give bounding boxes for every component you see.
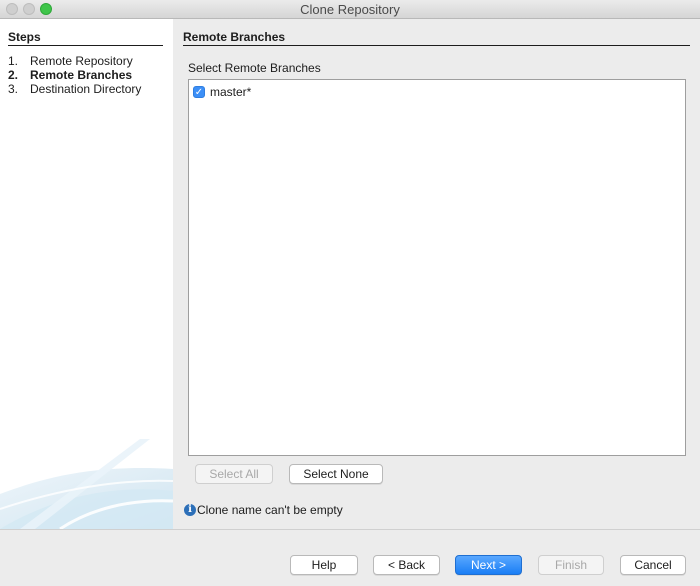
step-number: 1. xyxy=(8,54,19,68)
title-bar: Clone Repository xyxy=(0,0,700,19)
window-title: Clone Repository xyxy=(300,2,400,17)
steps-list: 1. Remote Repository 2. Remote Branches 3.… xyxy=(8,54,141,96)
zoom-window-icon[interactable] xyxy=(40,3,52,15)
select-all-button[interactable]: Select All xyxy=(195,464,273,484)
branch-checkbox[interactable]: ✓ xyxy=(193,86,205,98)
step-label: Remote Branches xyxy=(30,68,133,82)
step-item-remote-branches: 2. Remote Branches xyxy=(8,68,141,82)
remote-branch-list[interactable]: ✓ master* xyxy=(188,79,686,456)
step-number: 2. xyxy=(8,68,19,82)
branch-list-label: Select Remote Branches xyxy=(188,61,321,75)
footer-divider xyxy=(0,529,700,530)
help-button[interactable]: Help xyxy=(290,555,358,575)
steps-pane: Steps 1. Remote Repository 2. Remote Branc… xyxy=(0,19,173,529)
select-none-button[interactable]: Select None xyxy=(289,464,383,484)
info-message-text: Clone name can't be empty xyxy=(197,503,343,517)
step-label: Destination Directory xyxy=(30,82,142,96)
steps-heading: Steps xyxy=(8,30,163,46)
step-label: Remote Repository xyxy=(30,54,133,68)
finish-button[interactable]: Finish xyxy=(538,555,604,575)
page-title: Remote Branches xyxy=(183,30,690,46)
step-number: 3. xyxy=(8,82,19,96)
info-icon: i xyxy=(184,504,196,516)
validation-message: i Clone name can't be empty xyxy=(184,503,343,517)
branch-name: master* xyxy=(210,85,252,99)
step-item-remote-repository: 1. Remote Repository xyxy=(8,54,141,68)
step-item-destination-directory: 3. Destination Directory xyxy=(8,82,141,96)
back-button[interactable]: < Back xyxy=(373,555,440,575)
next-button[interactable]: Next > xyxy=(455,555,522,575)
minimize-window-icon[interactable] xyxy=(23,3,35,15)
list-item[interactable]: ✓ master* xyxy=(193,84,251,100)
close-window-icon[interactable] xyxy=(6,3,18,15)
decorative-swoosh-graphic xyxy=(0,439,173,529)
cancel-button[interactable]: Cancel xyxy=(620,555,686,575)
